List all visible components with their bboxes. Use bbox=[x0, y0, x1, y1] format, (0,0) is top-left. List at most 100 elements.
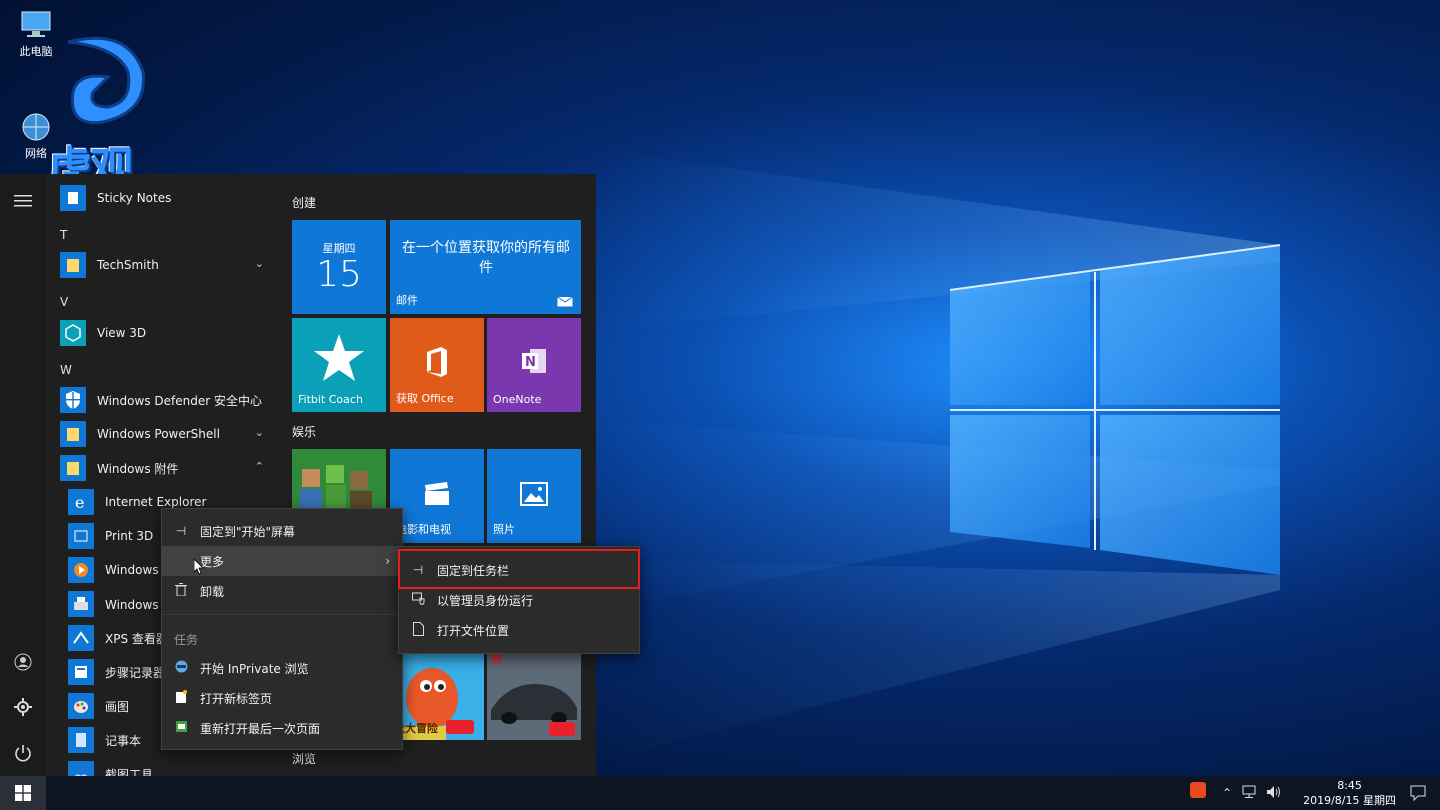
mail-icon bbox=[557, 296, 573, 307]
volume-icon[interactable] bbox=[1266, 785, 1282, 802]
divider bbox=[162, 614, 402, 615]
internet-explorer-icon: e bbox=[68, 489, 94, 515]
sticky-notes-icon bbox=[60, 185, 86, 211]
folder-icon bbox=[60, 421, 86, 447]
menu-label: 重新打开最后一次页面 bbox=[200, 721, 321, 736]
win-logo-pane-br bbox=[1100, 415, 1280, 575]
reopen-page-icon bbox=[174, 720, 188, 736]
letter-header-v[interactable]: V bbox=[60, 295, 68, 309]
gear-icon[interactable] bbox=[11, 695, 35, 719]
notepad-icon bbox=[68, 727, 94, 753]
ie-inprivate-icon bbox=[174, 660, 188, 676]
tile-movies-tv[interactable]: 电影和电视 bbox=[390, 449, 484, 543]
letter-header-t[interactable]: T bbox=[60, 228, 67, 242]
cube-icon bbox=[60, 320, 86, 346]
app-label: Internet Explorer bbox=[105, 495, 207, 509]
tile-calendar[interactable]: 星期四 15 bbox=[292, 220, 386, 314]
app-label: 截图工具 bbox=[105, 767, 154, 777]
mail-label: 邮件 bbox=[396, 294, 418, 307]
group-title-browse[interactable]: 浏览 bbox=[292, 750, 316, 767]
desktop-icon-label: 网络 bbox=[25, 147, 47, 160]
hamburger-menu-icon[interactable] bbox=[11, 189, 35, 213]
action-center-icon[interactable] bbox=[1410, 785, 1426, 804]
run-as-admin-item[interactable]: 以管理员身份运行 bbox=[399, 585, 639, 615]
tile-dragon-game[interactable]: 龙大冒险 bbox=[390, 646, 484, 740]
app-view-3d[interactable]: View 3D bbox=[60, 317, 276, 349]
scissors-icon bbox=[68, 761, 94, 776]
app-label: Windows 附件 bbox=[97, 461, 179, 476]
inprivate-item[interactable]: 开始 InPrivate 浏览 bbox=[162, 653, 402, 683]
app-label: Windows PowerShell bbox=[97, 427, 220, 441]
star-icon bbox=[314, 334, 364, 381]
chevron-up-icon[interactable]: ⌃ bbox=[255, 460, 264, 473]
clock-date: 2019/8/15 星期四 bbox=[1303, 794, 1396, 807]
app-label: 步骤记录器 bbox=[105, 665, 166, 680]
uninstall-item[interactable]: 卸载 bbox=[162, 576, 402, 606]
chevron-down-icon[interactable]: ⌄ bbox=[255, 257, 264, 270]
tile-label: OneNote bbox=[493, 393, 542, 406]
app-sticky-notes[interactable]: Sticky Notes bbox=[60, 182, 276, 214]
app-windows-defender[interactable]: Windows Defender 安全中心 bbox=[60, 384, 276, 416]
clock-time: 8:45 bbox=[1337, 779, 1362, 792]
tile-get-office[interactable]: 获取 Office bbox=[390, 318, 484, 412]
shield-icon bbox=[60, 387, 86, 413]
network-tray-icon[interactable] bbox=[1242, 785, 1258, 802]
app-snipping-tool[interactable]: 截图工具 bbox=[68, 758, 282, 776]
trash-icon bbox=[174, 583, 188, 599]
group-title-create[interactable]: 创建 bbox=[292, 194, 316, 211]
windows-logo-icon bbox=[15, 785, 31, 801]
mail-text: 在一个位置获取你的所有邮件 bbox=[402, 240, 570, 276]
tile-label: 获取 Office bbox=[396, 392, 454, 405]
pin-icon: ⊣ bbox=[175, 524, 187, 538]
media-player-icon bbox=[68, 557, 94, 583]
menu-label: 打开文件位置 bbox=[437, 623, 510, 638]
app-techsmith[interactable]: TechSmith ⌄ bbox=[60, 249, 276, 281]
power-icon[interactable] bbox=[11, 741, 35, 765]
print-3d-icon bbox=[68, 523, 94, 549]
menu-label: 卸载 bbox=[200, 584, 225, 599]
tile-fitbit-coach[interactable]: Fitbit Coach bbox=[292, 318, 386, 412]
paint-icon bbox=[68, 693, 94, 719]
tasks-header: 任务 bbox=[174, 633, 199, 647]
start-rail bbox=[0, 174, 46, 776]
tile-onenote[interactable]: N OneNote bbox=[487, 318, 581, 412]
sogou-ime-icon[interactable] bbox=[1190, 782, 1206, 798]
app-windows-powershell[interactable]: Windows PowerShell ⌄ bbox=[60, 418, 276, 450]
desktop-icon-this-pc[interactable]: 此电脑 bbox=[6, 10, 66, 59]
xps-icon bbox=[68, 625, 94, 651]
app-label: TechSmith bbox=[97, 258, 159, 272]
tile-photos[interactable]: 照片 bbox=[487, 449, 581, 543]
letter-header-w[interactable]: W bbox=[60, 363, 72, 377]
start-button[interactable] bbox=[0, 776, 46, 810]
reopen-item[interactable]: 重新打开最后一次页面 bbox=[162, 713, 402, 743]
menu-label: 以管理员身份运行 bbox=[437, 593, 534, 608]
mouse-cursor-icon bbox=[194, 559, 204, 575]
app-label: 画图 bbox=[105, 699, 130, 714]
menu-label: 固定到"开始"屏幕 bbox=[200, 524, 296, 539]
user-icon[interactable] bbox=[11, 650, 35, 674]
chevron-down-icon[interactable]: ⌄ bbox=[255, 426, 264, 439]
admin-shield-icon bbox=[411, 592, 425, 608]
open-file-location-item[interactable]: 打开文件位置 bbox=[399, 615, 639, 645]
chevron-right-icon: › bbox=[385, 554, 390, 568]
steps-recorder-icon bbox=[68, 659, 94, 685]
group-title-entertainment[interactable]: 娱乐 bbox=[292, 423, 316, 440]
tile-mail[interactable]: 在一个位置获取你的所有邮件 邮件 bbox=[390, 220, 581, 314]
folder-icon bbox=[60, 252, 86, 278]
pin-to-start-item[interactable]: ⊣ 固定到"开始"屏幕 bbox=[162, 516, 402, 546]
svg-text:e: e bbox=[75, 493, 84, 512]
folder-icon bbox=[60, 455, 86, 481]
app-label: Print 3D bbox=[105, 529, 154, 543]
racing-game-art: 8 bbox=[487, 646, 581, 740]
tile-racing-game[interactable]: 8 bbox=[487, 646, 581, 740]
app-label: XPS 查看器 bbox=[105, 631, 168, 646]
app-windows-accessories[interactable]: Windows 附件 ⌃ bbox=[60, 452, 276, 484]
taskbar: ⌃ 8:45 2019/8/15 星期四 bbox=[0, 776, 1440, 810]
clock[interactable]: 8:45 2019/8/15 星期四 bbox=[1303, 778, 1396, 808]
new-tab-item[interactable]: 打开新标签页 bbox=[162, 683, 402, 713]
desktop-icon-network[interactable]: 网络 bbox=[6, 112, 66, 161]
document-icon bbox=[411, 621, 425, 639]
photos-icon bbox=[520, 482, 548, 506]
chevron-up-icon[interactable]: ⌃ bbox=[1222, 786, 1232, 800]
tile-label: 照片 bbox=[493, 523, 515, 536]
